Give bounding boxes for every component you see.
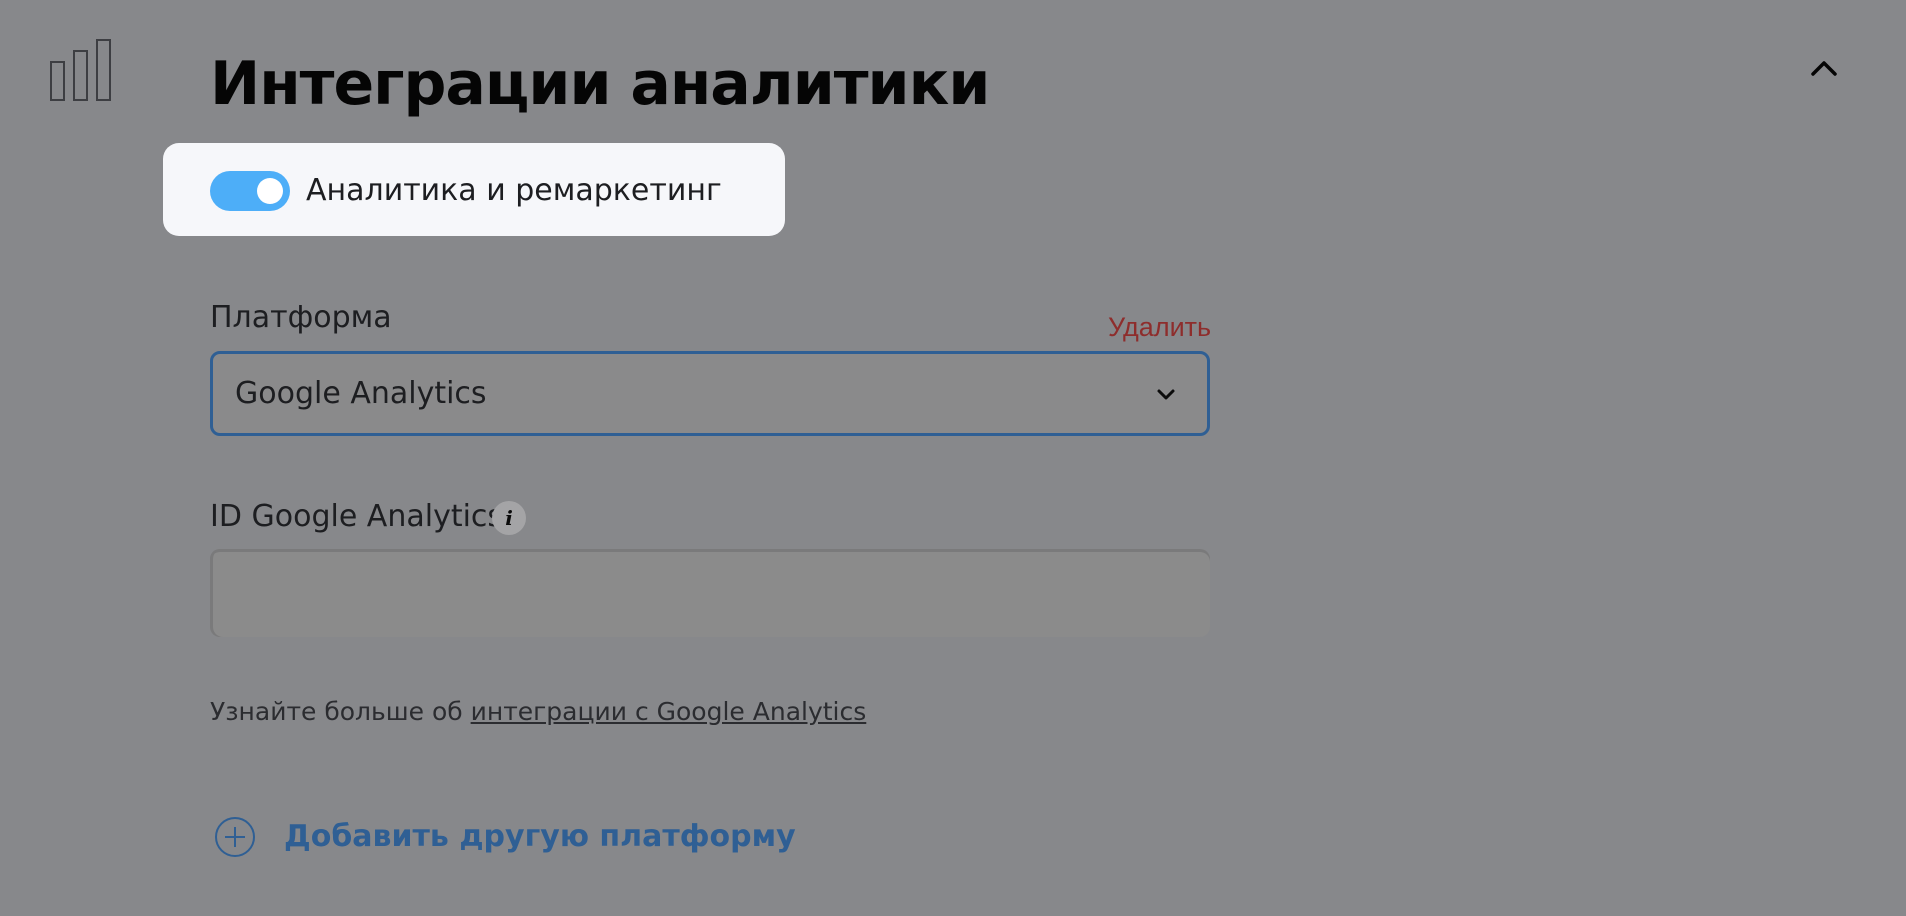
analytics-remarketing-toggle[interactable]	[210, 171, 290, 211]
toggle-knob	[257, 178, 283, 204]
ga-integration-link[interactable]: интеграции с Google Analytics	[471, 697, 867, 726]
platform-select-value: Google Analytics	[235, 376, 487, 411]
toggle-label: Аналитика и ремаркетинг	[306, 173, 722, 208]
analytics-integrations-panel: Интеграции аналитики Аналитика и ремарке…	[0, 0, 1906, 916]
add-platform-button[interactable]: Добавить другую платформу	[214, 813, 796, 861]
info-icon[interactable]: i	[492, 501, 526, 535]
chevron-down-icon	[1157, 389, 1175, 400]
platform-select[interactable]: Google Analytics	[210, 351, 1210, 436]
bar-chart-icon	[50, 39, 111, 101]
ga-id-label: ID Google Analytics	[210, 499, 504, 534]
analytics-toggle-card: Аналитика и ремаркетинг	[163, 143, 785, 236]
ga-id-input[interactable]	[210, 549, 1210, 637]
plus-circle-icon	[215, 817, 255, 857]
platform-label: Платформа	[210, 300, 392, 335]
add-platform-label: Добавить другую платформу	[284, 819, 796, 854]
delete-platform-link[interactable]: Удалить	[1108, 309, 1211, 345]
help-text: Узнайте больше об интеграции с Google An…	[210, 694, 866, 730]
page-title: Интеграции аналитики	[210, 49, 990, 119]
chevron-up-icon	[1811, 61, 1837, 76]
help-prefix: Узнайте больше об	[210, 697, 471, 726]
collapse-button[interactable]	[1804, 48, 1844, 88]
